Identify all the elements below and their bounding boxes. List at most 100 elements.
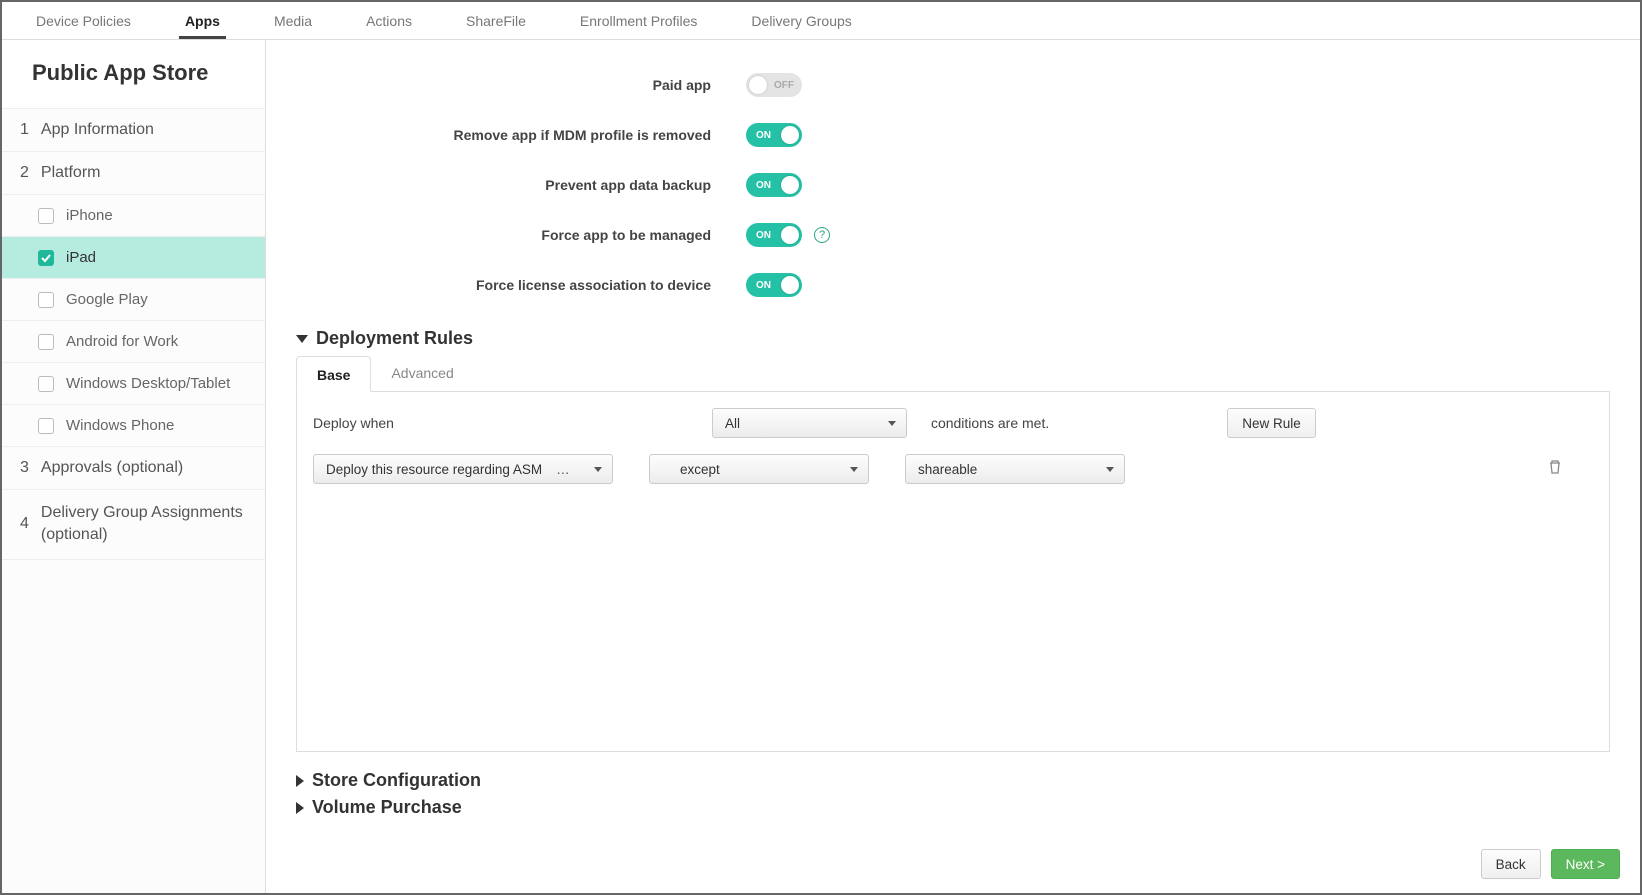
platform-label: Windows Desktop/Tablet (66, 375, 230, 392)
select-value: shareable (918, 462, 977, 477)
main-panel: Paid app OFF Remove app if MDM profile i… (266, 40, 1640, 893)
toggle-force-license[interactable]: ON (746, 273, 802, 297)
toggle-state: OFF (774, 80, 794, 91)
setting-force-license: Force license association to device ON (296, 260, 1610, 310)
deploy-when-label: Deploy when (313, 415, 394, 431)
setting-prevent-backup: Prevent app data backup ON (296, 160, 1610, 210)
platform-ipad[interactable]: iPad (2, 237, 265, 279)
step-number: 3 (20, 459, 29, 477)
rule-value-select[interactable]: shareable (905, 454, 1125, 484)
toggle-state: ON (756, 130, 771, 141)
deploy-when-select[interactable]: All (712, 408, 907, 438)
conditions-met-label: conditions are met. (931, 415, 1049, 431)
toggle-force-managed[interactable]: ON (746, 223, 802, 247)
delete-rule-icon[interactable] (1547, 459, 1563, 480)
setting-label: Prevent app data backup (296, 177, 746, 193)
wizard-step-delivery-groups[interactable]: 4 Delivery Group Assignments (optional) (2, 490, 265, 560)
select-value: All (725, 416, 740, 431)
setting-remove-mdm: Remove app if MDM profile is removed ON (296, 110, 1610, 160)
toggle-knob (781, 276, 799, 294)
setting-label: Remove app if MDM profile is removed (296, 127, 746, 143)
tab-sharefile[interactable]: ShareFile (460, 3, 532, 39)
page-title: Public App Store (2, 40, 265, 109)
step-label: Delivery Group Assignments (optional) (41, 502, 247, 547)
toggle-knob (781, 176, 799, 194)
section-store-configuration[interactable]: Store Configuration (296, 770, 1610, 791)
wizard-footer: Back Next > (1481, 849, 1620, 879)
platform-label: iPhone (66, 207, 113, 224)
toggle-state: ON (756, 180, 771, 191)
wizard-step-platform[interactable]: 2 Platform (2, 152, 265, 195)
back-button[interactable]: Back (1481, 849, 1541, 879)
wizard-step-app-information[interactable]: 1 App Information (2, 109, 265, 152)
chevron-down-icon (850, 467, 858, 472)
setting-paid-app: Paid app OFF (296, 60, 1610, 110)
platform-android-for-work[interactable]: Android for Work (2, 321, 265, 363)
tab-delivery-groups[interactable]: Delivery Groups (745, 3, 857, 39)
wizard-step-approvals[interactable]: 3 Approvals (optional) (2, 447, 265, 490)
chevron-down-icon (296, 335, 308, 343)
setting-label: Force app to be managed (296, 227, 746, 243)
top-nav-tabs: Device Policies Apps Media Actions Share… (2, 2, 1640, 40)
platform-google-play[interactable]: Google Play (2, 279, 265, 321)
platform-iphone[interactable]: iPhone (2, 195, 265, 237)
tab-apps[interactable]: Apps (179, 3, 226, 39)
next-button[interactable]: Next > (1551, 849, 1620, 879)
toggle-knob (749, 76, 767, 94)
select-value: except (680, 462, 720, 477)
chevron-down-icon (888, 421, 896, 426)
tab-media[interactable]: Media (268, 3, 318, 39)
ellipsis-icon: … (556, 462, 570, 477)
tab-enrollment-profiles[interactable]: Enrollment Profiles (574, 3, 704, 39)
checkbox-icon[interactable] (38, 292, 54, 308)
rules-panel: Deploy when All conditions are met. New … (296, 392, 1610, 752)
tab-device-policies[interactable]: Device Policies (30, 3, 137, 39)
checkbox-icon[interactable] (38, 376, 54, 392)
section-title: Volume Purchase (312, 797, 462, 818)
step-number: 2 (20, 164, 29, 182)
step-label: App Information (41, 121, 154, 139)
checkbox-icon[interactable] (38, 334, 54, 350)
chevron-down-icon (594, 467, 602, 472)
setting-label: Paid app (296, 77, 746, 93)
platform-label: Google Play (66, 291, 148, 308)
section-title: Deployment Rules (316, 328, 473, 349)
platform-label: Android for Work (66, 333, 178, 350)
rule-tab-base[interactable]: Base (296, 356, 371, 392)
chevron-right-icon (296, 802, 304, 814)
new-rule-button[interactable]: New Rule (1227, 408, 1316, 438)
step-number: 4 (20, 513, 29, 535)
toggle-prevent-backup[interactable]: ON (746, 173, 802, 197)
rule-operator-select[interactable]: except (649, 454, 869, 484)
setting-label: Force license association to device (296, 277, 746, 293)
tab-actions[interactable]: Actions (360, 3, 418, 39)
chevron-right-icon (296, 775, 304, 787)
platform-windows-desktop[interactable]: Windows Desktop/Tablet (2, 363, 265, 405)
platform-label: Windows Phone (66, 417, 174, 434)
select-value: Deploy this resource regarding ASM (326, 462, 542, 477)
step-label: Platform (41, 164, 101, 182)
step-label: Approvals (optional) (41, 459, 183, 477)
chevron-down-icon (1106, 467, 1114, 472)
help-icon[interactable]: ? (814, 227, 830, 243)
toggle-knob (781, 126, 799, 144)
setting-force-managed: Force app to be managed ON ? (296, 210, 1610, 260)
toggle-state: ON (756, 230, 771, 241)
toggle-state: ON (756, 280, 771, 291)
wizard-sidebar: Public App Store 1 App Information 2 Pla… (2, 40, 266, 893)
rule-tab-advanced[interactable]: Advanced (371, 355, 473, 391)
checkbox-icon[interactable] (38, 250, 54, 266)
section-title: Store Configuration (312, 770, 481, 791)
platform-label: iPad (66, 249, 96, 266)
toggle-paid-app[interactable]: OFF (746, 73, 802, 97)
section-volume-purchase[interactable]: Volume Purchase (296, 797, 1610, 818)
step-number: 1 (20, 121, 29, 139)
toggle-knob (781, 226, 799, 244)
platform-windows-phone[interactable]: Windows Phone (2, 405, 265, 447)
rule-tabs: Base Advanced (296, 355, 1610, 392)
rule-resource-select[interactable]: Deploy this resource regarding ASM … (313, 454, 613, 484)
section-deployment-rules[interactable]: Deployment Rules (296, 328, 1610, 349)
checkbox-icon[interactable] (38, 418, 54, 434)
toggle-remove-mdm[interactable]: ON (746, 123, 802, 147)
checkbox-icon[interactable] (38, 208, 54, 224)
